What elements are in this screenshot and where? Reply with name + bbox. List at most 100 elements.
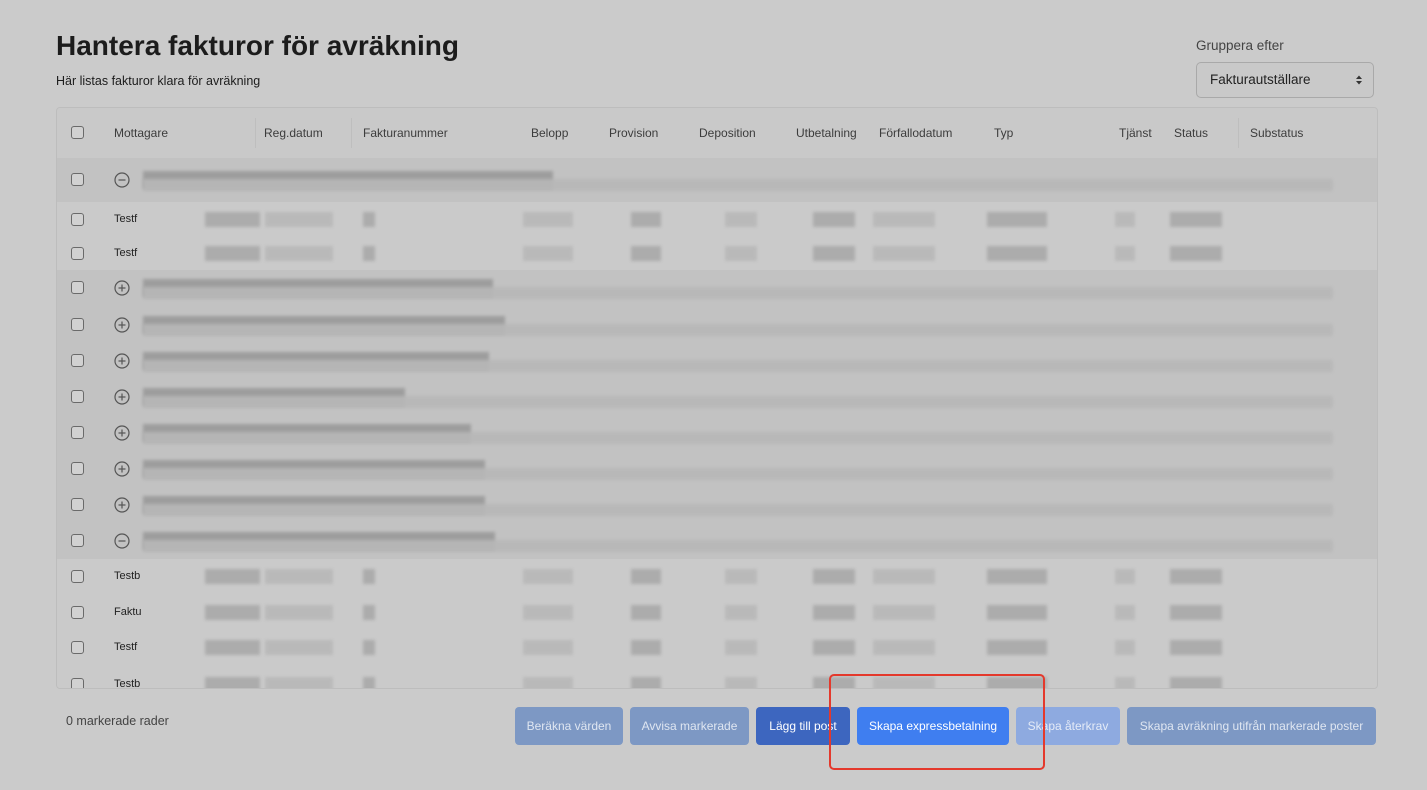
redacted-cell (873, 569, 935, 584)
redacted-cell (1115, 212, 1135, 227)
group-row[interactable] (57, 487, 1377, 524)
row-checkbox[interactable] (71, 641, 84, 654)
table-row[interactable]: Faktu (57, 595, 1377, 631)
row-checkbox[interactable] (71, 354, 84, 367)
redacted-group-details (143, 540, 1333, 552)
header-separator (255, 118, 256, 148)
redacted-cell (725, 677, 757, 688)
redacted-cell (1170, 640, 1222, 655)
row-checkbox[interactable] (71, 281, 84, 294)
redacted-cell (813, 640, 855, 655)
group-row[interactable] (57, 451, 1377, 488)
col-reg-datum[interactable]: Reg.datum (264, 126, 323, 140)
group-row[interactable] (57, 415, 1377, 452)
col-provision[interactable]: Provision (609, 126, 658, 140)
cell-mottagare: Faktu (114, 606, 142, 618)
header-separator (1238, 118, 1239, 148)
redacted-cell (725, 569, 757, 584)
row-checkbox[interactable] (71, 390, 84, 403)
redacted-cell (1115, 677, 1135, 688)
col-deposition[interactable]: Deposition (699, 126, 756, 140)
row-checkbox[interactable] (71, 247, 84, 260)
redacted-cell (987, 640, 1047, 655)
group-row[interactable] (57, 270, 1377, 307)
redacted-cell (813, 569, 855, 584)
table-row[interactable]: Testf (57, 202, 1377, 238)
header-separator (351, 118, 352, 148)
col-typ[interactable]: Typ (994, 126, 1013, 140)
group-row[interactable] (57, 379, 1377, 416)
redacted-cell (523, 640, 573, 655)
group-by-value: Fakturautställare (1210, 72, 1311, 87)
col-tjanst[interactable]: Tjänst (1119, 126, 1152, 140)
redacted-cell (1170, 605, 1222, 620)
group-by-select[interactable]: Fakturautställare (1196, 62, 1374, 98)
expand-icon[interactable] (114, 497, 130, 513)
redacted-cell (987, 212, 1047, 227)
redacted-cell (205, 605, 260, 620)
select-all-checkbox[interactable] (71, 126, 84, 139)
table-row[interactable]: Testf (57, 237, 1377, 271)
row-checkbox[interactable] (71, 498, 84, 511)
col-status[interactable]: Status (1174, 126, 1208, 140)
row-checkbox[interactable] (71, 318, 84, 331)
redacted-cell (813, 246, 855, 261)
col-mottagare[interactable]: Mottagare (114, 126, 168, 140)
redacted-cell (725, 212, 757, 227)
row-checkbox[interactable] (71, 678, 84, 688)
row-checkbox[interactable] (71, 534, 84, 547)
calculate-values-button[interactable]: Beräkna värden (515, 707, 623, 745)
add-post-button[interactable]: Lägg till post (756, 707, 850, 745)
create-settlement-button[interactable]: Skapa avräkning utifrån markerade poster (1127, 707, 1376, 745)
row-checkbox[interactable] (71, 606, 84, 619)
reject-selected-button[interactable]: Avvisa markerade (630, 707, 749, 745)
group-row[interactable] (57, 523, 1377, 560)
group-row[interactable] (57, 306, 1377, 344)
cell-mottagare: Testf (114, 641, 138, 653)
col-utbetalning[interactable]: Utbetalning (796, 126, 857, 140)
row-checkbox[interactable] (71, 570, 84, 583)
row-checkbox[interactable] (71, 462, 84, 475)
create-claim-button[interactable]: Skapa återkrav (1016, 707, 1120, 745)
expand-icon[interactable] (114, 389, 130, 405)
expand-icon[interactable] (114, 425, 130, 441)
redacted-group-details (143, 468, 1333, 480)
redacted-cell (873, 677, 935, 688)
table-row[interactable]: Testb (57, 665, 1377, 688)
redacted-cell (265, 212, 333, 227)
col-substatus[interactable]: Substatus (1250, 126, 1303, 140)
collapse-icon[interactable] (114, 533, 130, 549)
redacted-group-details (143, 504, 1333, 516)
redacted-cell (631, 246, 661, 261)
expand-icon[interactable] (114, 317, 130, 333)
table-row[interactable]: Testb (57, 559, 1377, 596)
table-row[interactable]: Testf (57, 630, 1377, 666)
page-subtitle: Här listas fakturor klara för avräkning (56, 74, 261, 88)
group-row[interactable] (57, 343, 1377, 380)
col-belopp[interactable]: Belopp (531, 126, 568, 140)
expand-icon[interactable] (114, 280, 130, 296)
redacted-cell (205, 569, 260, 584)
row-checkbox[interactable] (71, 173, 84, 186)
collapse-icon[interactable] (114, 172, 130, 188)
redacted-cell (987, 677, 1047, 688)
create-express-payment-button[interactable]: Skapa expressbetalning (857, 707, 1009, 745)
expand-icon[interactable] (114, 353, 130, 369)
row-checkbox[interactable] (71, 213, 84, 226)
redacted-cell (873, 640, 935, 655)
col-forfallodatum[interactable]: Förfallodatum (879, 126, 952, 140)
redacted-cell (205, 246, 260, 261)
redacted-group-details (143, 287, 1333, 299)
redacted-cell (1170, 246, 1222, 261)
row-checkbox[interactable] (71, 426, 84, 439)
expand-icon[interactable] (114, 461, 130, 477)
redacted-cell (873, 605, 935, 620)
redacted-cell (523, 212, 573, 227)
redacted-cell (1170, 569, 1222, 584)
redacted-cell (363, 677, 375, 688)
col-fakturanummer[interactable]: Fakturanummer (363, 126, 448, 140)
group-row[interactable] (57, 158, 1377, 203)
redacted-cell (987, 246, 1047, 261)
redacted-cell (523, 605, 573, 620)
redacted-cell (1170, 212, 1222, 227)
